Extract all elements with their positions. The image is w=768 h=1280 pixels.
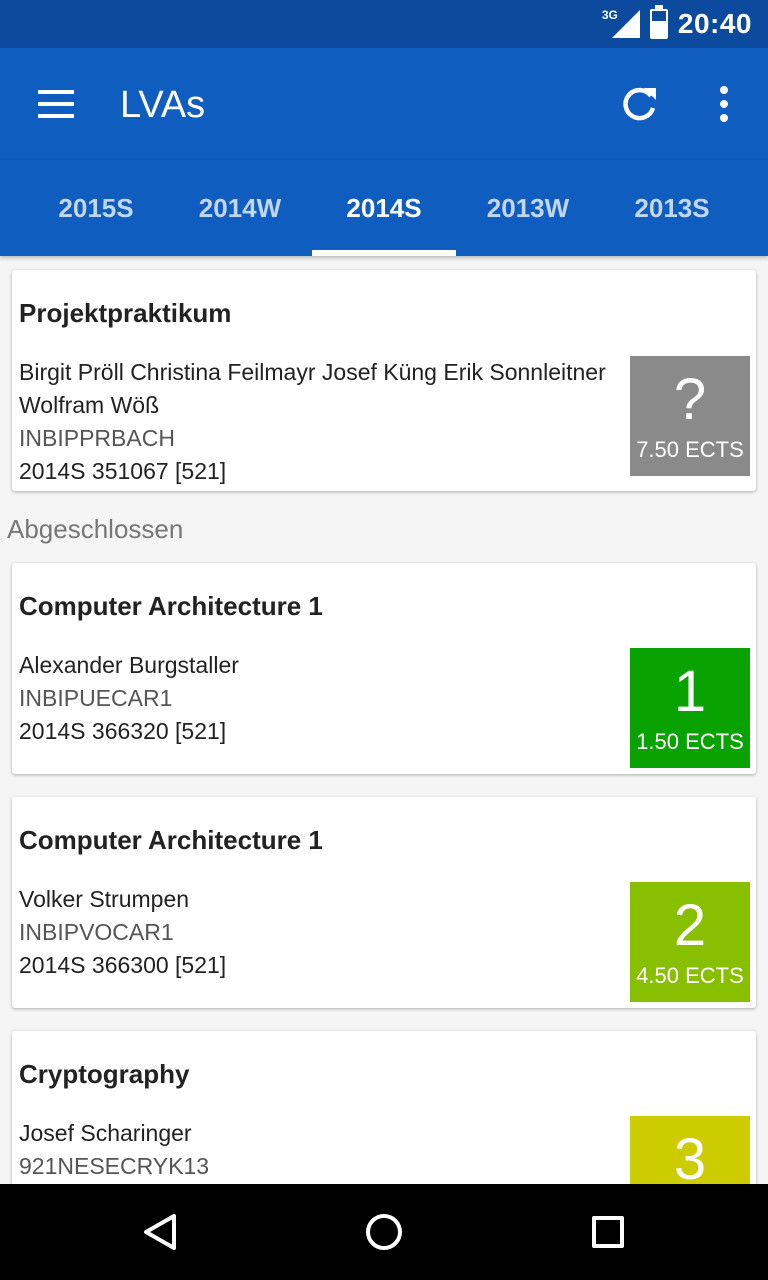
tab-2014w[interactable]: 2014W <box>168 160 312 256</box>
course-list: Projektpraktikum Birgit Pröll Christina … <box>0 256 768 1184</box>
course-title: Projektpraktikum <box>19 298 232 328</box>
home-icon[interactable] <box>366 1214 402 1250</box>
course-title: Cryptography <box>19 1059 190 1089</box>
refresh-icon[interactable] <box>620 84 660 124</box>
tab-2015s[interactable]: 2015S <box>24 160 168 256</box>
grade-value: 1 <box>673 659 707 724</box>
grade-value: ? <box>673 367 707 432</box>
grade-badge: 3 <box>630 1116 750 1184</box>
grade-value: 3 <box>673 1127 707 1184</box>
grade-badge: ? 7.50 ECTS <box>630 356 750 476</box>
course-lecturers: Volker Strumpen <box>19 886 190 912</box>
app-bar: LVAs <box>0 48 768 160</box>
system-navigation-bar <box>0 1184 768 1280</box>
cellular-signal-icon: 3G <box>602 8 640 40</box>
tab-2013w[interactable]: 2013W <box>456 160 600 256</box>
grade-badge: 2 4.50 ECTS <box>630 882 750 1002</box>
status-bar: 3G 20:40 <box>0 0 768 48</box>
course-title: Computer Architecture 1 <box>19 591 323 621</box>
recent-apps-icon[interactable] <box>592 1216 624 1248</box>
course-card[interactable]: Computer Architecture 1 Volker Strumpen … <box>12 797 756 1008</box>
course-lecturers: Wolfram Wöß <box>19 392 160 418</box>
ects-value: 4.50 ECTS <box>636 963 744 988</box>
course-term: 2014S 351067 [521] <box>19 458 227 484</box>
status-time: 20:40 <box>677 8 752 39</box>
grade-value: 2 <box>673 893 707 958</box>
ects-value: 7.50 ECTS <box>636 437 744 462</box>
course-code: INBIPPRBACH <box>19 425 175 451</box>
course-code: INBIPUECAR1 <box>19 685 173 711</box>
course-code: INBIPVOCAR1 <box>19 919 174 945</box>
more-options-icon[interactable] <box>714 86 734 126</box>
course-card[interactable]: Projektpraktikum Birgit Pröll Christina … <box>12 270 756 491</box>
back-icon[interactable] <box>142 1214 178 1250</box>
tab-2014s[interactable]: 2014S <box>312 160 456 256</box>
ects-value: 1.50 ECTS <box>636 729 744 754</box>
course-code: 921NESECRYK13 <box>19 1153 210 1179</box>
course-lecturers: Josef Scharinger <box>19 1120 192 1146</box>
grade-badge: 1 1.50 ECTS <box>630 648 750 768</box>
battery-icon <box>649 5 668 39</box>
course-lecturers: Birgit Pröll Christina Feilmayr Josef Kü… <box>19 359 606 385</box>
tab-2013s[interactable]: 2013S <box>600 160 744 256</box>
course-card[interactable]: Computer Architecture 1 Alexander Burgst… <box>12 563 756 774</box>
course-term: 2014S 366320 [521] <box>19 718 227 744</box>
page-title: LVAs <box>120 84 206 126</box>
section-header: Abgeschlossen <box>7 514 184 544</box>
course-lecturers: Alexander Burgstaller <box>19 652 239 678</box>
course-term: 2014S 366300 [521] <box>19 952 227 978</box>
course-title: Computer Architecture 1 <box>19 825 323 855</box>
course-card[interactable]: Cryptography Josef Scharinger 921NESECRY… <box>12 1031 756 1184</box>
semester-tabs: 2015S 2014W 2014S 2013W 2013S <box>0 160 768 256</box>
menu-icon[interactable] <box>38 90 74 118</box>
